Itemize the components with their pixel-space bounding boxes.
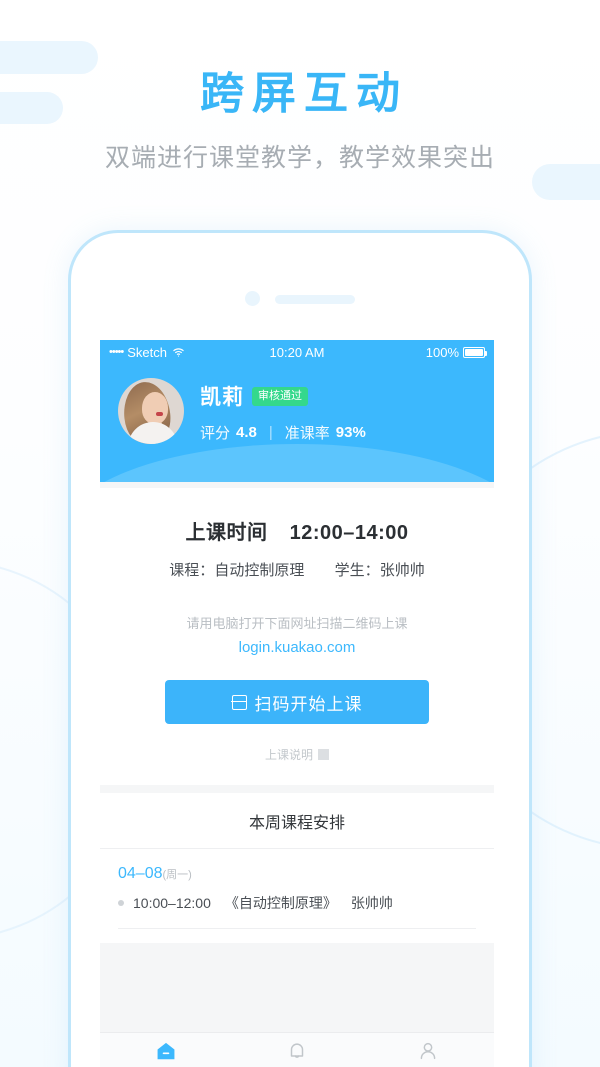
status-bar-left: ••••• Sketch — [109, 345, 185, 360]
page-subheadline: 双端进行课堂教学，教学效果突出 — [104, 144, 495, 172]
profile-wave-decoration — [100, 444, 494, 482]
bottom-tab-bar: 首页 消息 我 — [100, 1032, 494, 1067]
lesson-meta-row: 课程：自动控制原理 学生：张帅帅 — [100, 559, 494, 580]
scan-start-class-button[interactable]: 扫码开始上课 — [165, 680, 429, 724]
page-headline: 跨屏互动 — [200, 69, 408, 118]
profile-text-block: 凯莉 审核通过 评分 4.8 | 准课率 93% — [200, 379, 366, 443]
schedule-item-student: 张帅帅 — [350, 895, 393, 911]
schedule-weekday: (周一) — [162, 869, 192, 881]
tab-messages[interactable]: 消息 — [231, 1033, 362, 1067]
profile-name: 凯莉 — [200, 386, 244, 409]
lesson-link[interactable]: login.kuakao.com — [100, 639, 494, 656]
lesson-description-label: 上课说明 — [264, 748, 313, 762]
schedule-section: 本周课程安排 04–08(周一) 10:00–12:00 《自动控制原理》 张帅… — [100, 793, 494, 943]
stats-separator: | — [268, 424, 273, 441]
phone-mockup-frame: ••••• Sketch 10:20 AM 100% 凯莉 审核通过 评分 4.… — [68, 230, 532, 1067]
status-bar: ••••• Sketch 10:20 AM 100% — [100, 340, 494, 364]
signal-dots-icon: ••••• — [109, 346, 124, 358]
wifi-icon — [172, 346, 185, 359]
schedule-item-time: 10:00–12:00 — [133, 895, 211, 911]
status-bar-right: 100% — [425, 344, 487, 360]
person-icon — [417, 1040, 439, 1062]
lesson-time-label: 上课时间 — [185, 522, 268, 544]
scan-button-label: 扫码开始上课 — [254, 694, 363, 714]
lesson-time-value: 12:00–14:00 — [289, 522, 409, 544]
lesson-time-row: 上课时间 12:00–14:00 — [100, 516, 494, 545]
bell-icon — [286, 1040, 308, 1062]
tab-profile[interactable]: 我 — [363, 1033, 494, 1067]
home-icon — [155, 1040, 177, 1062]
lesson-card: 上课时间 12:00–14:00 课程：自动控制原理 学生：张帅帅 请用电脑打开… — [100, 488, 494, 785]
rating-value: 4.8 — [236, 424, 257, 441]
course-label: 课程： — [169, 562, 215, 579]
lesson-hint: 请用电脑打开下面网址扫描二维码上课 — [186, 616, 408, 631]
schedule-date-value: 04–08 — [118, 865, 163, 882]
attendance-value: 93% — [335, 424, 366, 441]
schedule-date: 04–08(周一) — [118, 865, 476, 883]
tab-home[interactable]: 首页 — [100, 1033, 231, 1067]
lesson-description-row[interactable]: 上课说明 — [100, 746, 494, 763]
status-badge: 审核通过 — [252, 386, 308, 406]
student-value: 张帅帅 — [379, 562, 425, 579]
bullet-dot-icon — [118, 900, 124, 906]
phone-screen: ••••• Sketch 10:20 AM 100% 凯莉 审核通过 评分 4.… — [100, 340, 494, 1067]
profile-stats-row: 评分 4.8 | 准课率 93% — [200, 422, 366, 443]
rating-label: 评分 — [200, 425, 231, 442]
schedule-title: 本周课程安排 — [100, 793, 494, 849]
square-icon — [318, 749, 329, 760]
battery-percent-label: 100% — [425, 344, 459, 360]
avatar-lip — [156, 412, 163, 416]
list-item[interactable]: 10:00–12:00 《自动控制原理》 张帅帅 — [118, 893, 476, 929]
attendance-label: 准课率 — [284, 425, 330, 442]
schedule-body: 04–08(周一) 10:00–12:00 《自动控制原理》 张帅帅 — [100, 849, 494, 943]
avatar[interactable] — [118, 378, 184, 444]
profile-name-row: 凯莉 审核通过 — [200, 381, 366, 411]
profile-header: 凯莉 审核通过 评分 4.8 | 准课率 93% — [100, 364, 494, 482]
phone-speaker-icon — [275, 295, 355, 304]
profile-content: 凯莉 审核通过 评分 4.8 | 准课率 93% — [100, 364, 494, 444]
promo-page: 跨屏互动 双端进行课堂教学，教学效果突出 ••••• Sketch 10:20 … — [0, 0, 600, 1067]
phone-camera-icon — [245, 291, 260, 306]
student-label: 学生： — [334, 562, 380, 579]
decorative-bar-1 — [0, 41, 98, 74]
schedule-item-course: 《自动控制原理》 — [224, 895, 337, 911]
scan-qr-icon — [230, 694, 248, 710]
course-value: 自动控制原理 — [214, 562, 305, 579]
battery-icon — [463, 346, 487, 358]
carrier-label: Sketch — [127, 344, 168, 360]
